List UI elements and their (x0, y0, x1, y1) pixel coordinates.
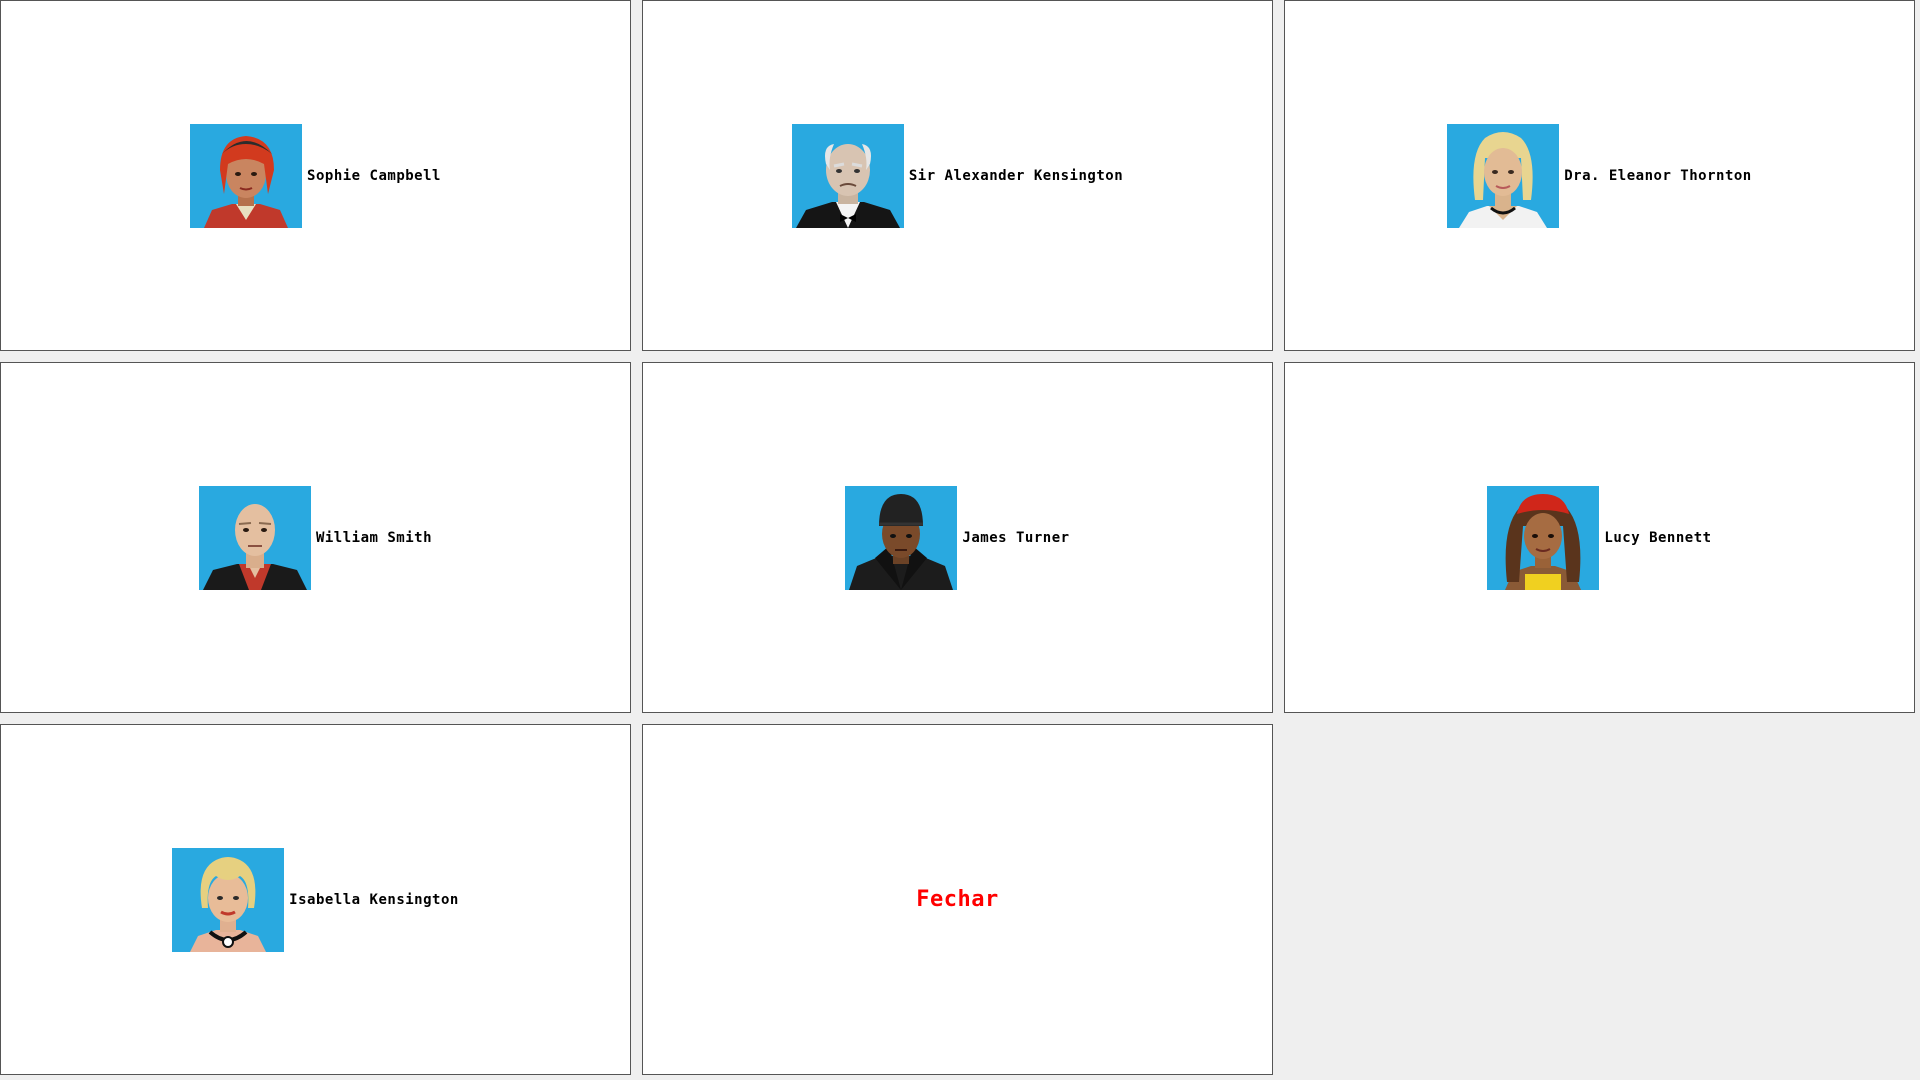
character-name: James Turner (962, 529, 1070, 546)
character-card-sophie[interactable]: Sophie Campbell (0, 0, 631, 351)
character-card-alexander[interactable]: Sir Alexander Kensington (642, 0, 1273, 351)
close-button[interactable]: Fechar (642, 724, 1273, 1075)
close-button-label: Fechar (916, 887, 999, 912)
character-select-screen: Sophie Campbell Sir Alexander Kensington… (0, 0, 1920, 1080)
lucy-portrait-icon (1487, 485, 1600, 590)
sophie-portrait-icon (190, 123, 303, 228)
isabella-portrait-icon (172, 847, 285, 952)
character-name: Sir Alexander Kensington (908, 167, 1124, 184)
alexander-portrait-icon (791, 123, 904, 228)
character-name: Dra. Eleanor Thornton (1564, 167, 1752, 184)
character-card-lucy[interactable]: Lucy Bennett (1284, 362, 1915, 713)
character-name: Isabella Kensington (289, 891, 459, 908)
character-name: William Smith (315, 529, 433, 546)
character-name: Lucy Bennett (1604, 529, 1712, 546)
james-portrait-icon (845, 485, 958, 590)
character-card-james[interactable]: James Turner (642, 362, 1273, 713)
character-grid: Sophie Campbell Sir Alexander Kensington… (0, 0, 1917, 1075)
william-portrait-icon (198, 485, 311, 590)
character-card-eleanor[interactable]: Dra. Eleanor Thornton (1284, 0, 1915, 351)
character-name: Sophie Campbell (307, 167, 441, 184)
eleanor-portrait-icon (1447, 123, 1560, 228)
character-card-william[interactable]: William Smith (0, 362, 631, 713)
character-card-isabella[interactable]: Isabella Kensington (0, 724, 631, 1075)
